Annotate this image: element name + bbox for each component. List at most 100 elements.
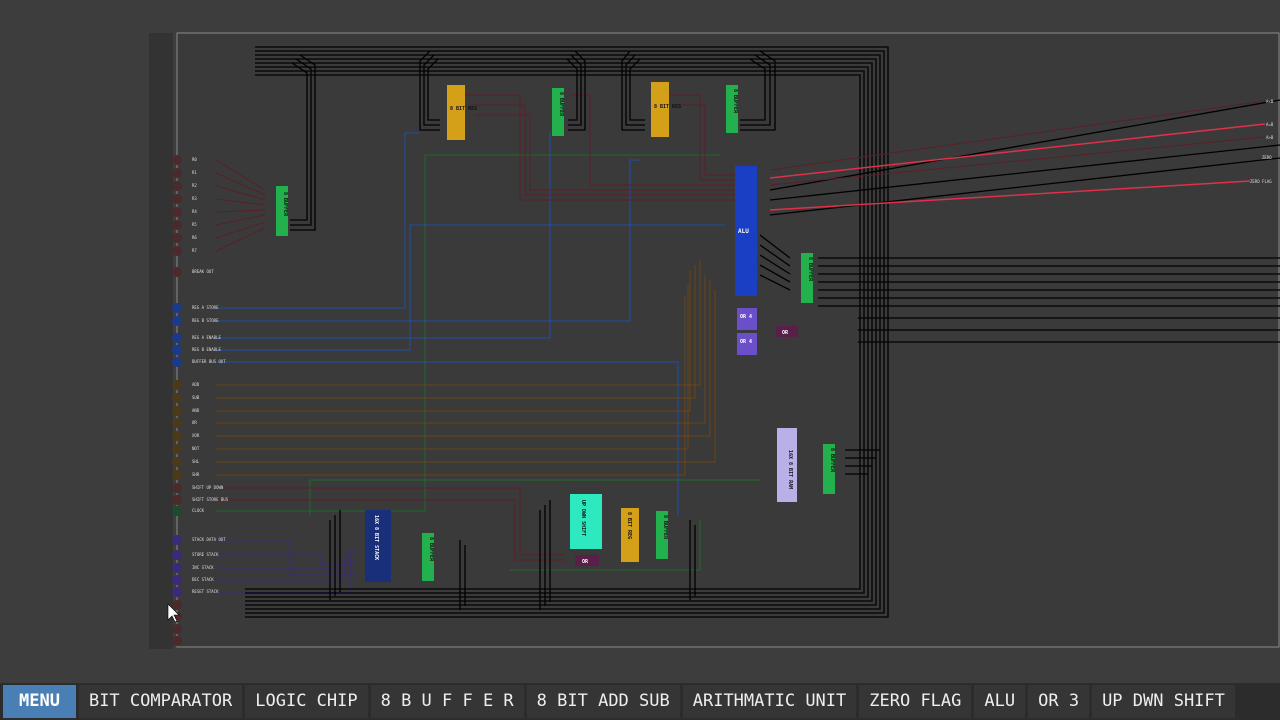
input-pin: [172, 345, 182, 355]
chip-buffer-b[interactable]: 8 BUFFER: [726, 85, 738, 133]
input-pin: [172, 587, 182, 597]
input-pin: [172, 316, 182, 326]
input-label: R5: [192, 222, 197, 227]
chip-label: 8 BUFFER: [662, 515, 668, 540]
input-pin: [172, 194, 182, 204]
input-label: REG B ENABLE: [192, 347, 221, 352]
chip-buffer-c[interactable]: 8 BUFFER: [656, 511, 668, 559]
input-pin: [172, 357, 182, 367]
input-label: SUB: [192, 395, 200, 400]
input-pin: [172, 181, 182, 191]
chip-button-bit-comparator[interactable]: BIT COMPARATOR: [78, 685, 243, 718]
output-label: A<B: [1266, 99, 1274, 104]
input-label: R2: [192, 183, 197, 188]
chip-button-arithmatic-unit[interactable]: ARITHMATIC UNIT: [682, 685, 857, 718]
input-pin: [172, 393, 182, 403]
input-label: AND: [192, 408, 200, 413]
output-label: ZERO FLAG: [1250, 179, 1272, 184]
chip-buffer-inputs[interactable]: 8 BUFFER: [276, 186, 288, 236]
chip-toolbar: MENU BIT COMPARATOR LOGIC CHIP 8 B U F F…: [0, 683, 1280, 720]
input-label: STORE STACK: [192, 552, 219, 557]
input-pin: [172, 406, 182, 416]
input-label: SHIFT STORE BUS: [192, 497, 229, 502]
input-pin: [172, 624, 182, 634]
input-pin: [172, 600, 182, 610]
input-pin: [172, 220, 182, 230]
circuit-canvas[interactable]: R0 R1 R2 R3 R4 R5 R6 R7 BREAK OUT REG A …: [0, 0, 1280, 683]
chip-ram[interactable]: 16X 8 BIT RAM: [777, 428, 797, 502]
input-label: R7: [192, 248, 197, 253]
input-label: CLOCK: [192, 508, 205, 513]
output-label: A=B: [1266, 122, 1274, 127]
input-pin: [172, 483, 182, 493]
chip-label: 16X 8 BIT STACK: [373, 515, 379, 560]
chip-buffer-stack[interactable]: 8 BUFFER: [422, 533, 434, 581]
input-label: REG A STORE: [192, 305, 219, 310]
input-label: R4: [192, 209, 197, 214]
input-label: REG A ENABLE: [192, 335, 221, 340]
chip-or4-b[interactable]: OR 4: [737, 333, 757, 355]
chip-register-c[interactable]: 8 BIT REG: [621, 508, 639, 562]
chip-label: 8 BUFFER: [807, 257, 813, 282]
chip-or4-a[interactable]: OR 4: [737, 308, 757, 330]
input-pin: [172, 233, 182, 243]
chip-or-shift[interactable]: OR: [575, 555, 599, 566]
input-pin: [172, 550, 182, 560]
chip-buffer-ram[interactable]: 8 BUFFER: [823, 444, 835, 494]
input-pin: [172, 495, 182, 505]
input-label: R6: [192, 235, 197, 240]
chip-label: 8 BUFFER: [558, 92, 564, 117]
chip-button-alu[interactable]: ALU: [974, 685, 1026, 718]
chip-label: OR 4: [740, 314, 752, 320]
chip-label: 8 BIT REG: [654, 104, 681, 110]
input-pin: [172, 333, 182, 343]
chip-label: OR: [782, 330, 789, 336]
input-pin: [172, 457, 182, 467]
chip-or-flag[interactable]: OR: [776, 326, 798, 337]
input-label: R3: [192, 196, 197, 201]
chip-stack[interactable]: 16X 8 BIT STACK: [365, 510, 391, 582]
chip-button-8-bit-add-sub[interactable]: 8 BIT ADD SUB: [526, 685, 680, 718]
chip-buffer-alu[interactable]: 8 BUFFER: [801, 253, 813, 303]
chip-button-logic-chip[interactable]: LOGIC CHIP: [245, 685, 368, 718]
input-pin: [172, 431, 182, 441]
input-pin: [172, 535, 182, 545]
input-label: OR: [192, 420, 197, 425]
chip-label: 8 BIT REG: [626, 512, 632, 539]
chip-button-up-dwn-shift[interactable]: UP DWN SHIFT: [1092, 685, 1235, 718]
input-label: SHL: [192, 459, 200, 464]
chip-label: UP DWN SHIFT: [580, 500, 586, 536]
input-pin: [172, 506, 182, 516]
input-pin: [172, 207, 182, 217]
chip-label: 8 BIT REG: [450, 106, 477, 112]
input-label: R1: [192, 170, 197, 175]
input-pin: [172, 418, 182, 428]
chip-buffer-a[interactable]: 8 BUFFER: [552, 88, 564, 136]
input-pin: [172, 155, 182, 165]
input-pin: [172, 563, 182, 573]
menu-button[interactable]: MENU: [3, 685, 76, 718]
input-label: BUFFER BUS OUT: [192, 359, 226, 364]
chip-label: 8 BUFFER: [732, 89, 738, 114]
chip-button-or-3[interactable]: OR 3: [1028, 685, 1090, 718]
input-label: R0: [192, 157, 197, 162]
input-pin: [172, 303, 182, 313]
input-label: NOT: [192, 446, 200, 451]
input-pin: [172, 470, 182, 480]
input-pin: [172, 575, 182, 585]
chip-button-zero-flag[interactable]: ZERO FLAG: [859, 685, 972, 718]
output-label: ZERO: [1262, 155, 1272, 160]
left-rail[interactable]: [149, 33, 173, 649]
chip-label: 16X 8 BIT RAM: [787, 450, 793, 489]
chip-label: 8 BUFFER: [428, 537, 434, 562]
chip-label: 8 BUFFER: [282, 192, 288, 217]
input-pin: [172, 444, 182, 454]
chip-button-8-buffer[interactable]: 8 B U F F E R: [370, 685, 524, 718]
input-label: RESET STACK: [192, 589, 219, 594]
input-label: REG B STORE: [192, 318, 219, 323]
chip-label: 8 BUFFER: [829, 448, 835, 473]
chip-shift[interactable]: UP DWN SHIFT: [570, 494, 602, 549]
input-pin: [172, 267, 182, 277]
input-label: STACK DATA OUT: [192, 537, 226, 542]
chip-alu[interactable]: ALU: [735, 166, 757, 296]
